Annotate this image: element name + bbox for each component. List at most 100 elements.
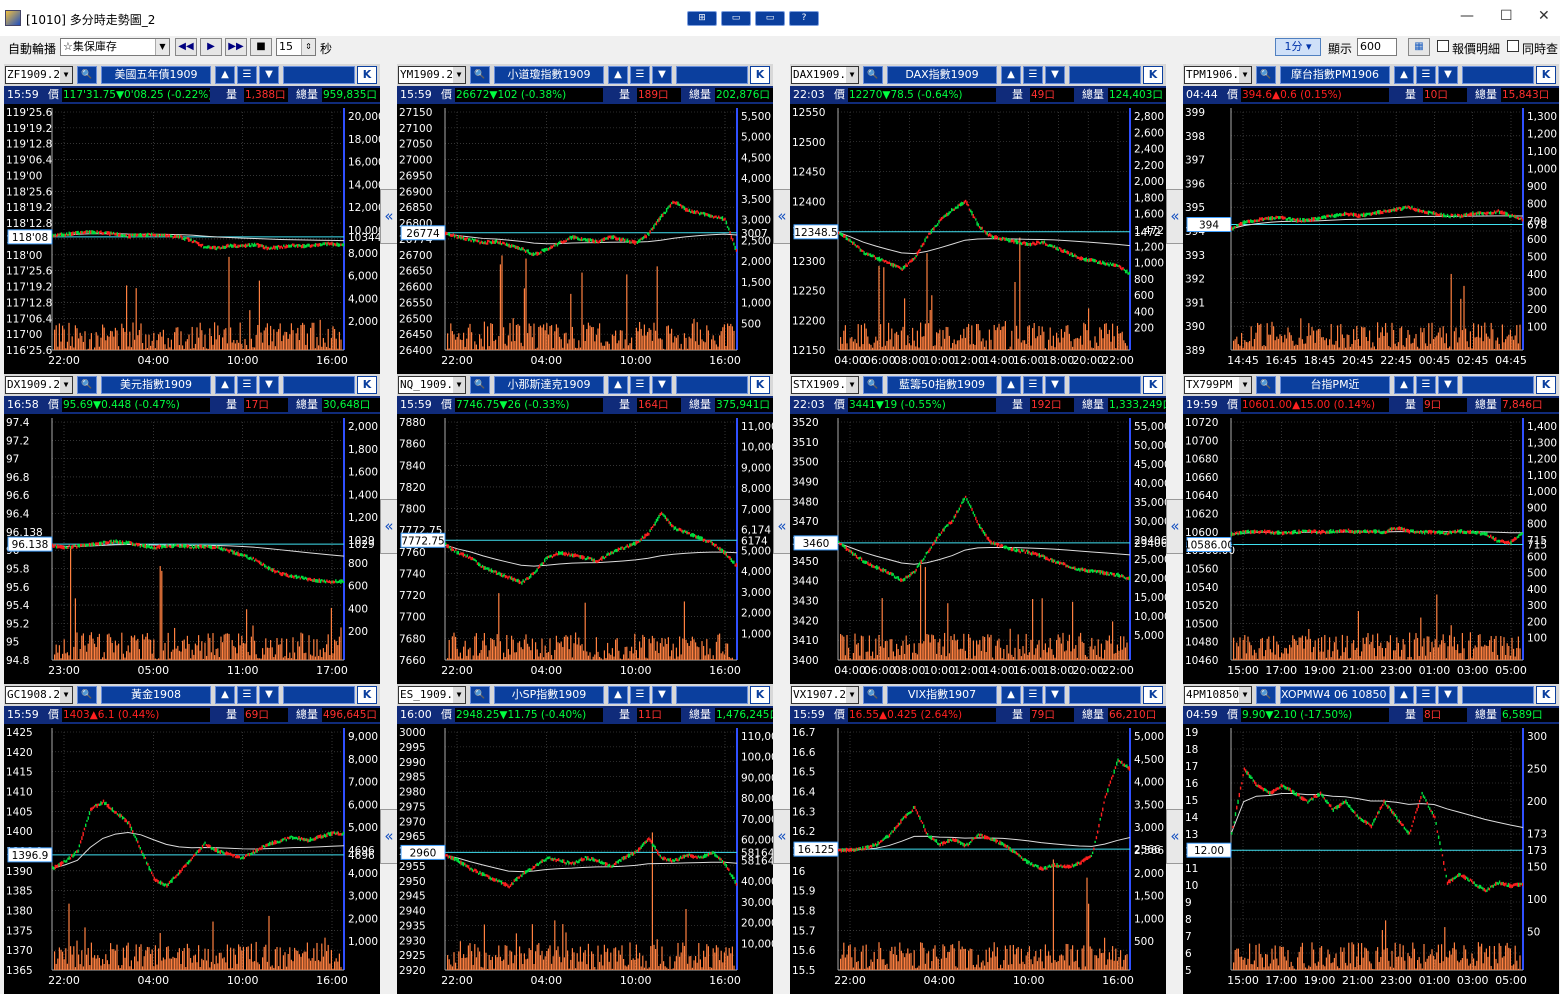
search-icon[interactable]: 🔍 [1256,66,1276,84]
list-icon[interactable]: ☰ [237,66,257,84]
list-icon[interactable]: ☰ [237,686,257,704]
list-icon[interactable]: ☰ [630,686,650,704]
collapse-chevron-icon[interactable]: « [773,189,791,244]
product-name[interactable]: 藍籌50指數1909 [887,376,997,394]
window-button[interactable]: ▭ [721,11,751,26]
triangle-down-icon[interactable]: ▼ [652,66,672,84]
period-button[interactable]: 1分 ▾ [1275,38,1321,56]
search-icon[interactable]: 🔍 [77,686,97,704]
product-name[interactable]: 美國五年債1909 [101,66,211,84]
list-icon[interactable]: ☰ [1416,376,1436,394]
symbol-select[interactable]: GC1908.2▼ [5,686,73,704]
triangle-down-icon[interactable]: ▼ [259,686,279,704]
triangle-down-icon[interactable]: ▼ [652,686,672,704]
interval-stepper[interactable]: 15⇕ [276,38,316,56]
k-chart-button[interactable]: K [1536,66,1556,84]
search-icon[interactable]: 🔍 [1256,376,1276,394]
product-name[interactable]: 美元指數1909 [101,376,211,394]
k-chart-button[interactable]: K [357,66,377,84]
triangle-down-icon[interactable]: ▼ [1045,376,1065,394]
stop-button[interactable]: ■ [250,38,272,56]
stepper-icon[interactable]: ⇕ [301,39,315,55]
collapse-chevron-icon[interactable]: « [1166,189,1184,244]
symbol-select[interactable]: ES_1909.2▼ [398,686,466,704]
triangle-down-icon[interactable]: ▼ [652,376,672,394]
symbol-select[interactable]: YM1909.2▼ [398,66,466,84]
symbol-select[interactable]: VX1907.2▼ [791,686,859,704]
symbol-select[interactable]: NQ_1909.2▼ [398,376,466,394]
triangle-down-icon[interactable]: ▼ [1438,66,1458,84]
grid-layout-icon[interactable]: ▦ [1408,38,1430,56]
collapse-chevron-icon[interactable]: « [773,809,791,864]
search-icon[interactable]: 🔍 [470,66,490,84]
triangle-down-icon[interactable]: ▼ [1045,686,1065,704]
triangle-down-icon[interactable]: ▼ [259,66,279,84]
list-icon[interactable]: ☰ [1023,66,1043,84]
triangle-up-icon[interactable]: ▲ [608,66,628,84]
close-icon[interactable]: ✕ [1538,8,1550,24]
collapse-chevron-icon[interactable]: « [380,809,398,864]
triangle-up-icon[interactable]: ▲ [1001,66,1021,84]
product-name[interactable]: VIX指數1907 [887,686,997,704]
triangle-up-icon[interactable]: ▲ [215,686,235,704]
collapse-chevron-icon[interactable]: « [1166,499,1184,554]
symbol-select[interactable]: ZF1909.2C▼ [5,66,73,84]
triangle-down-icon[interactable]: ▼ [1045,66,1065,84]
search-icon[interactable]: 🔍 [863,66,883,84]
triangle-down-icon[interactable]: ▼ [259,376,279,394]
symbol-select[interactable]: TX799PM▼ [1184,376,1252,394]
k-chart-button[interactable]: K [1143,686,1163,704]
k-chart-button[interactable]: K [1536,376,1556,394]
help-button[interactable]: ? [789,11,819,26]
collapse-chevron-icon[interactable]: « [380,189,398,244]
rotate-list-select[interactable]: ☆集保庫存▼ [60,38,170,56]
triangle-down-icon[interactable]: ▼ [1438,376,1458,394]
search-icon[interactable]: 🔍 [77,376,97,394]
symbol-select[interactable]: DX1909.2▼ [5,376,73,394]
k-chart-button[interactable]: K [750,376,770,394]
search-icon[interactable]: 🔍 [863,376,883,394]
collapse-chevron-icon[interactable]: « [380,499,398,554]
search-icon[interactable]: 🔍 [470,686,490,704]
k-chart-button[interactable]: K [1143,66,1163,84]
k-chart-button[interactable]: K [750,66,770,84]
window-button-2[interactable]: ▭ [755,11,785,26]
triangle-up-icon[interactable]: ▲ [608,376,628,394]
search-icon[interactable]: 🔍 [863,686,883,704]
k-chart-button[interactable]: K [357,686,377,704]
display-count-input[interactable]: 600 [1357,38,1397,56]
collapse-chevron-icon[interactable]: « [773,499,791,554]
rewind-button[interactable]: ◀◀ [175,38,197,56]
product-name[interactable]: 小道瓊指數1909 [494,66,604,84]
symbol-select[interactable]: TPM1906.2▼ [1184,66,1252,84]
fast-forward-button[interactable]: ▶▶ [225,38,247,56]
k-chart-button[interactable]: K [750,686,770,704]
list-icon[interactable]: ☰ [1023,686,1043,704]
product-name[interactable]: DAX指數1909 [887,66,997,84]
minimize-icon[interactable]: — [1460,8,1474,24]
list-icon[interactable]: ☰ [630,376,650,394]
search-icon[interactable]: 🔍 [470,376,490,394]
layout-button[interactable]: ⊞ [687,11,717,26]
list-icon[interactable]: ☰ [630,66,650,84]
product-name[interactable]: 小那斯達克1909 [494,376,604,394]
product-name[interactable]: 黃金1908 [101,686,211,704]
triangle-up-icon[interactable]: ▲ [215,66,235,84]
symbol-select[interactable]: STX1909.2▼ [791,376,859,394]
product-name[interactable]: 台指PM近 [1280,376,1390,394]
triangle-up-icon[interactable]: ▲ [215,376,235,394]
quote-detail-checkbox[interactable] [1437,40,1449,52]
k-chart-button[interactable]: K [357,376,377,394]
list-icon[interactable]: ☰ [237,376,257,394]
play-button[interactable]: ▶ [200,38,222,56]
product-name[interactable]: 摩台指數PM1906 [1280,66,1390,84]
k-chart-button[interactable]: K [1143,376,1163,394]
symbol-select[interactable]: DAX1909.2▼ [791,66,859,84]
list-icon[interactable]: ☰ [1023,376,1043,394]
triangle-up-icon[interactable]: ▲ [1394,66,1414,84]
triangle-up-icon[interactable]: ▲ [1001,376,1021,394]
sync-checkbox[interactable] [1507,40,1519,52]
list-icon[interactable]: ☰ [1416,66,1436,84]
triangle-up-icon[interactable]: ▲ [608,686,628,704]
triangle-up-icon[interactable]: ▲ [1394,376,1414,394]
